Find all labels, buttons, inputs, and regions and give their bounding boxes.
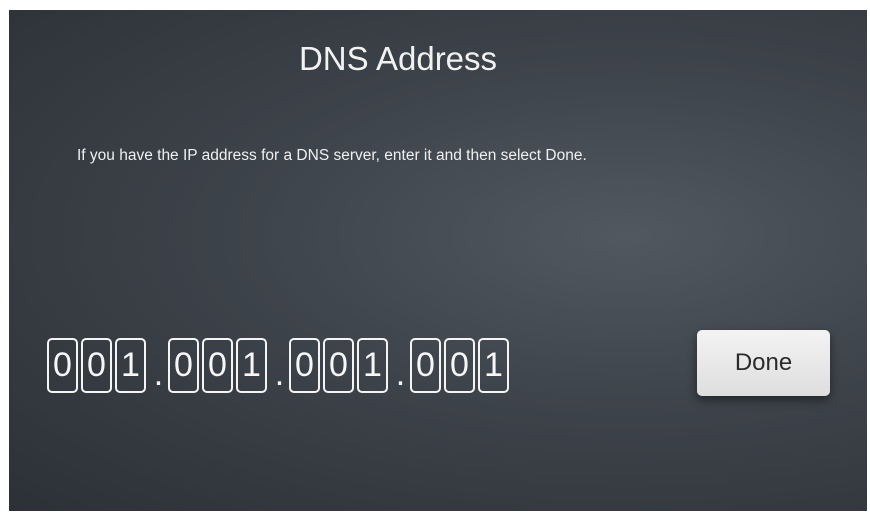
octet-4-digit-3[interactable]: 1 [478, 338, 509, 393]
instruction-text: If you have the IP address for a DNS ser… [77, 147, 587, 164]
tv-screen: DNS Address If you have the IP address f… [9, 10, 867, 511]
octet-3-digit-3[interactable]: 1 [357, 338, 388, 393]
octet-1-digit-2[interactable]: 0 [81, 338, 112, 393]
page-title: DNS Address [298, 40, 498, 77]
octet-4-digit-1[interactable]: 0 [410, 338, 441, 393]
done-button[interactable]: Done [697, 330, 830, 396]
octet-2-digit-1[interactable]: 0 [168, 338, 199, 393]
octet-2-digit-3[interactable]: 1 [236, 338, 267, 393]
octet-3-digit-1[interactable]: 0 [289, 338, 320, 393]
ip-address-input: 0 0 1 . 0 0 1 . 0 0 1 . 0 0 1 [47, 335, 512, 396]
octet-4-digit-2[interactable]: 0 [444, 338, 475, 393]
octet-1-digit-1[interactable]: 0 [47, 338, 78, 393]
octet-3-digit-2[interactable]: 0 [323, 338, 354, 393]
octet-separator-2: . [274, 355, 285, 393]
octet-1-digit-3[interactable]: 1 [115, 338, 146, 393]
octet-2-digit-2[interactable]: 0 [202, 338, 233, 393]
octet-separator-3: . [395, 355, 406, 393]
octet-separator-1: . [153, 355, 164, 393]
